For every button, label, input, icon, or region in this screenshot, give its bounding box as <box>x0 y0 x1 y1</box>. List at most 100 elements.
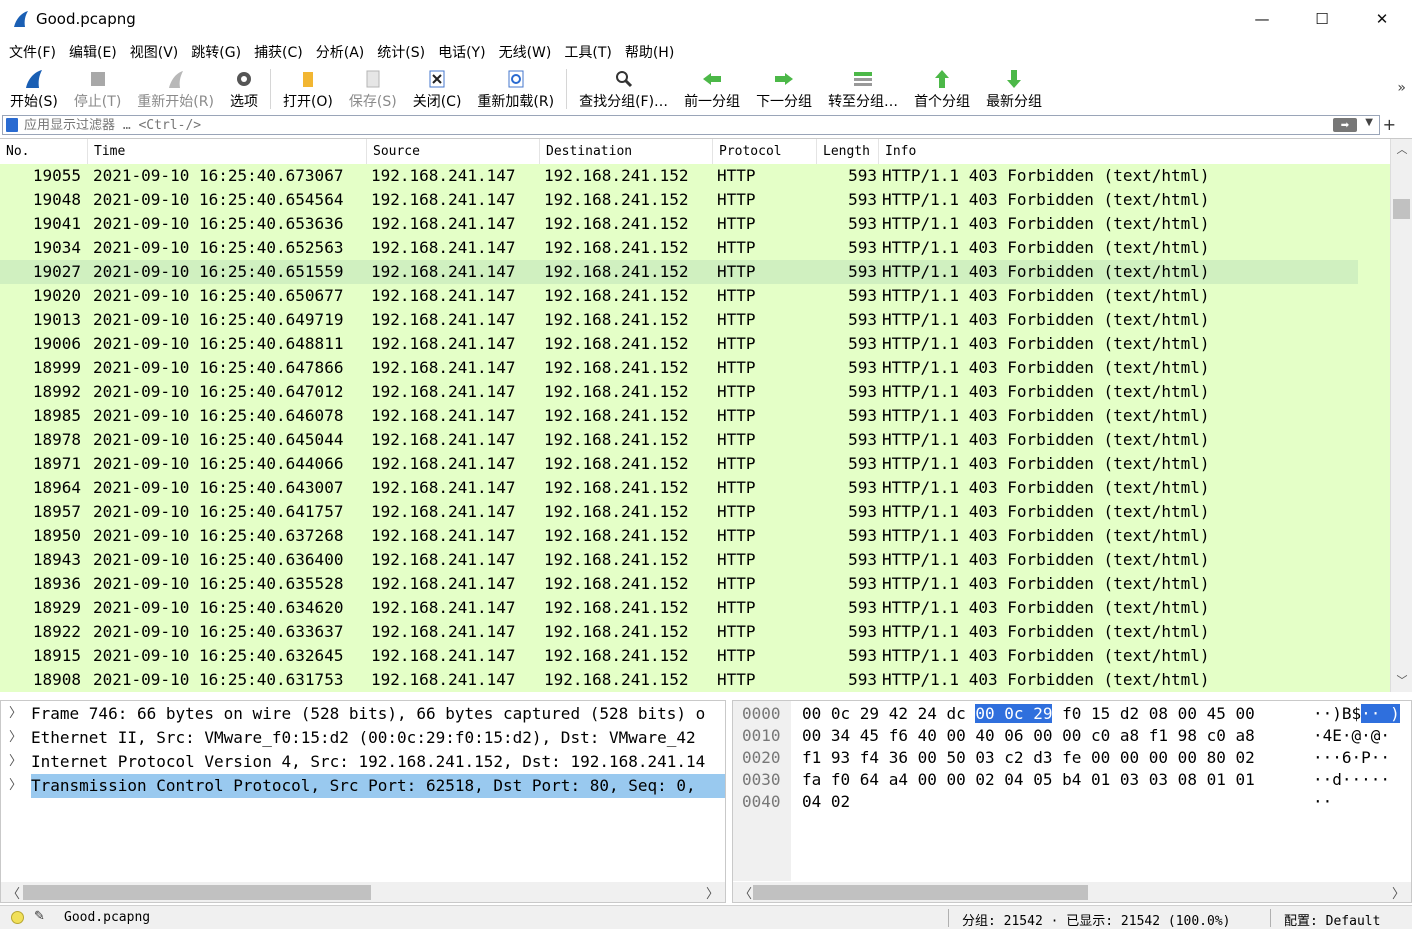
packet-row[interactable]: 18978 2021-09-10 16:25:40.645044 192.168.2… <box>0 428 1358 452</box>
menu-capture[interactable]: 捕获(C) <box>249 42 308 62</box>
packet-row[interactable]: 18950 2021-09-10 16:25:40.637268 192.168.2… <box>0 524 1358 548</box>
detail-row-tcp[interactable]: 〉 Transmission Control Protocol, Src Por… <box>1 774 725 798</box>
column-header-destination[interactable]: Destination <box>540 139 713 164</box>
packet-row[interactable]: 18929 2021-09-10 16:25:40.634620 192.168.2… <box>0 596 1358 620</box>
last-packet-button[interactable]: 最新分组 <box>978 66 1050 112</box>
packet-protocol: HTTP <box>717 406 756 425</box>
close-window-button[interactable]: ✕ <box>1353 0 1411 38</box>
close-file-button[interactable]: 关闭(C) <box>405 66 470 112</box>
packet-source: 192.168.241.147 <box>371 310 516 329</box>
scroll-left-icon[interactable]: 〈 <box>739 883 752 902</box>
packet-row[interactable]: 18922 2021-09-10 16:25:40.633637 192.168.2… <box>0 620 1358 644</box>
scrollbar-thumb[interactable] <box>1393 199 1410 219</box>
maximize-button[interactable]: ☐ <box>1293 0 1351 38</box>
bytes-row[interactable]: 0000 00 0c 29 42 24 dc 00 0c 29 f0 15 d2 … <box>733 703 1411 725</box>
expert-info-indicator-icon[interactable] <box>11 911 24 924</box>
scroll-right-icon[interactable]: 〉 <box>1392 883 1405 902</box>
packet-info: HTTP/1.1 403 Forbidden (text/html) <box>882 454 1210 473</box>
menu-analyze[interactable]: 分析(A) <box>311 42 370 62</box>
packet-row[interactable]: 19034 2021-09-10 16:25:40.652563 192.168.2… <box>0 236 1358 260</box>
scrollbar-thumb[interactable] <box>753 885 1088 900</box>
expand-chevron-icon[interactable]: 〉 <box>9 702 22 726</box>
bytes-row[interactable]: 0010 00 34 45 f6 40 00 40 06 00 00 c0 a8 … <box>733 725 1411 747</box>
display-filter-input[interactable] <box>24 117 1314 133</box>
menu-tools[interactable]: 工具(T) <box>559 42 616 62</box>
packet-details-pane: 〉 Frame 746: 66 bytes on wire (528 bits)… <box>0 700 726 903</box>
restart-capture-button[interactable]: 重新开始(R) <box>129 66 222 112</box>
packet-row[interactable]: 18992 2021-09-10 16:25:40.647012 192.168.2… <box>0 380 1358 404</box>
details-horizontal-scrollbar[interactable]: 〈 〉 <box>1 882 725 902</box>
first-packet-button[interactable]: 首个分组 <box>906 66 978 112</box>
expand-chevron-icon[interactable]: 〉 <box>9 726 22 750</box>
column-header-protocol[interactable]: Protocol <box>713 139 817 164</box>
packet-length: 593 <box>848 238 877 257</box>
reload-file-button[interactable]: 重新加载(R) <box>469 66 562 112</box>
bytes-row[interactable]: 0020 f1 93 f4 36 00 50 03 c2 d3 fe 00 00 … <box>733 747 1411 769</box>
packet-list-scrollbar[interactable]: ︿ ﹀ <box>1390 139 1412 692</box>
next-packet-button[interactable]: 下一分组 <box>748 66 820 112</box>
packet-row[interactable]: 18957 2021-09-10 16:25:40.641757 192.168.2… <box>0 500 1358 524</box>
packet-row[interactable]: 19048 2021-09-10 16:25:40.654564 192.168.2… <box>0 188 1358 212</box>
menu-telephony[interactable]: 电话(Y) <box>433 42 490 62</box>
expand-chevron-icon[interactable]: 〉 <box>9 750 22 774</box>
toolbar-overflow-chevron-icon[interactable]: » <box>1397 80 1406 96</box>
menu-file[interactable]: 文件(F) <box>4 42 61 62</box>
add-filter-button-icon[interactable]: + <box>1383 115 1396 134</box>
detail-row-frame[interactable]: 〉 Frame 746: 66 bytes on wire (528 bits)… <box>1 702 725 726</box>
bytes-horizontal-scrollbar[interactable]: 〈 〉 <box>733 882 1411 902</box>
packet-row[interactable]: 18964 2021-09-10 16:25:40.643007 192.168.2… <box>0 476 1358 500</box>
expand-chevron-icon[interactable]: 〉 <box>9 774 22 798</box>
packet-row[interactable]: 19020 2021-09-10 16:25:40.650677 192.168.2… <box>0 284 1358 308</box>
detail-row-ethernet[interactable]: 〉 Ethernet II, Src: VMware_f0:15:d2 (00:… <box>1 726 725 750</box>
scroll-right-icon[interactable]: 〉 <box>706 883 719 902</box>
scroll-down-icon[interactable]: ﹀ <box>1391 672 1412 690</box>
packet-row[interactable]: 18999 2021-09-10 16:25:40.647866 192.168.2… <box>0 356 1358 380</box>
scroll-left-icon[interactable]: 〈 <box>7 883 20 902</box>
previous-packet-button[interactable]: 前一分组 <box>676 66 748 112</box>
bytes-row[interactable]: 0030 fa f0 64 a4 00 00 02 04 05 b4 01 03 … <box>733 769 1411 791</box>
packet-source: 192.168.241.147 <box>371 166 516 185</box>
packet-row[interactable]: 19055 2021-09-10 16:25:40.673067 192.168.2… <box>0 164 1358 188</box>
save-file-button[interactable]: 保存(S) <box>341 66 405 112</box>
menu-edit[interactable]: 编辑(E) <box>64 42 122 62</box>
column-header-no[interactable]: No. <box>0 139 88 164</box>
column-header-source[interactable]: Source <box>367 139 540 164</box>
minimize-button[interactable]: — <box>1233 0 1291 38</box>
find-packet-button[interactable]: 查找分组(F)… <box>571 66 676 112</box>
apply-filter-arrow-icon[interactable]: ➡ <box>1333 118 1357 132</box>
column-header-time[interactable]: Time <box>88 139 367 164</box>
packet-row[interactable]: 18915 2021-09-10 16:25:40.632645 192.168.2… <box>0 644 1358 668</box>
packet-row[interactable]: 18985 2021-09-10 16:25:40.646078 192.168.2… <box>0 404 1358 428</box>
status-profile[interactable]: 配置: Default <box>1284 910 1380 929</box>
scroll-up-icon[interactable]: ︿ <box>1391 141 1412 159</box>
menu-statistics[interactable]: 统计(S) <box>372 42 430 62</box>
menu-help[interactable]: 帮助(H) <box>620 42 679 62</box>
detail-row-ip[interactable]: 〉 Internet Protocol Version 4, Src: 192.… <box>1 750 725 774</box>
packet-row[interactable]: 19013 2021-09-10 16:25:40.649719 192.168.2… <box>0 308 1358 332</box>
packet-row[interactable]: 18908 2021-09-10 16:25:40.631753 192.168.2… <box>0 668 1358 692</box>
stop-capture-button[interactable]: 停止(T) <box>66 66 129 112</box>
packet-row[interactable]: 18943 2021-09-10 16:25:40.636400 192.168.2… <box>0 548 1358 572</box>
capture-options-button[interactable]: 选项 <box>222 66 266 112</box>
capture-comment-edit-icon[interactable]: ✎ <box>34 909 45 924</box>
packet-row[interactable]: 18971 2021-09-10 16:25:40.644066 192.168.2… <box>0 452 1358 476</box>
packet-row[interactable]: 19041 2021-09-10 16:25:40.653636 192.168.2… <box>0 212 1358 236</box>
packet-row[interactable]: 18936 2021-09-10 16:25:40.635528 192.168.2… <box>0 572 1358 596</box>
go-to-packet-button[interactable]: 转至分组… <box>820 66 906 112</box>
menu-wireless[interactable]: 无线(W) <box>494 42 557 62</box>
start-capture-button[interactable]: 开始(S) <box>2 66 66 112</box>
open-file-button[interactable]: 打开(O) <box>275 66 341 112</box>
packet-number: 18992 <box>32 382 81 401</box>
menu-go[interactable]: 跳转(G) <box>186 42 246 62</box>
packet-length: 593 <box>848 310 877 329</box>
bookmark-icon[interactable] <box>6 118 18 132</box>
menu-view[interactable]: 视图(V) <box>125 42 184 62</box>
packet-length: 593 <box>848 502 877 521</box>
scrollbar-thumb[interactable] <box>23 885 371 900</box>
column-header-info[interactable]: Info <box>879 139 1357 164</box>
packet-row[interactable]: 19027 2021-09-10 16:25:40.651559 192.168.2… <box>0 260 1358 284</box>
bytes-row[interactable]: 0040 04 02 ·· <box>733 791 1411 813</box>
filter-history-dropdown-icon[interactable]: ▼ <box>1365 117 1373 128</box>
column-header-length[interactable]: Length <box>817 139 879 164</box>
packet-row[interactable]: 19006 2021-09-10 16:25:40.648811 192.168.2… <box>0 332 1358 356</box>
